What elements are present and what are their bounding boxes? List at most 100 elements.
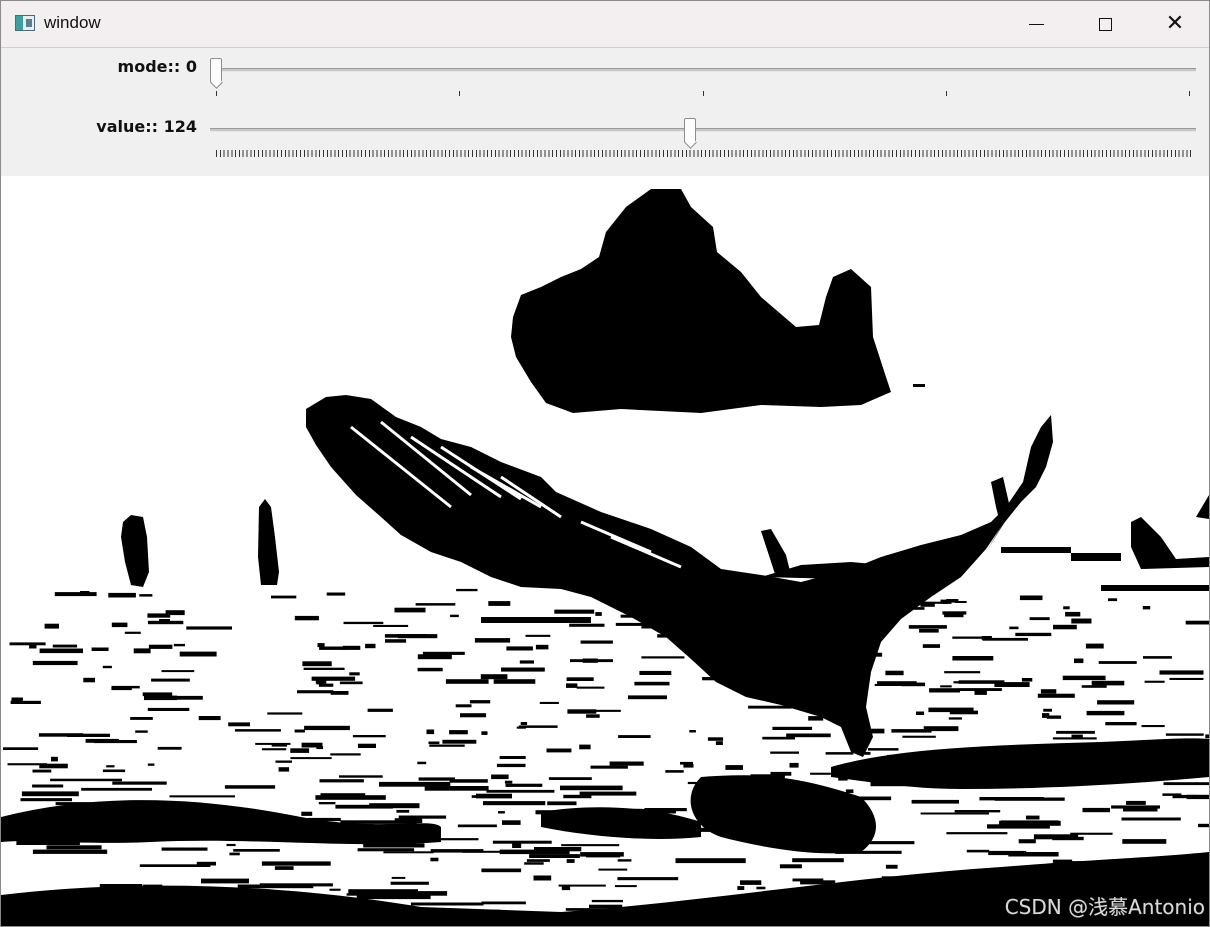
water-streak: [536, 617, 553, 621]
water-streak: [1009, 626, 1019, 630]
water-streak: [810, 632, 822, 637]
water-streak: [161, 670, 195, 673]
water-streak: [498, 811, 505, 814]
water-streak: [275, 760, 292, 763]
water-streak: [566, 677, 594, 681]
water-streak: [535, 810, 564, 815]
water-streak: [365, 643, 376, 649]
water-streak: [308, 817, 341, 822]
water-streak: [349, 672, 360, 676]
water-streak: [526, 859, 550, 862]
water-streak: [702, 677, 733, 681]
water-streak: [418, 777, 455, 781]
water-streak: [143, 884, 163, 887]
water-streak: [546, 748, 572, 753]
value-trackbar-thumb[interactable]: [683, 118, 696, 142]
water-streak: [1026, 815, 1040, 820]
water-streak: [779, 864, 802, 869]
water-streak: [740, 880, 762, 885]
mode-tick: [1189, 91, 1190, 96]
water-streak: [342, 645, 361, 650]
mode-trackbar-thumb[interactable]: [210, 58, 222, 82]
water-streak: [1086, 710, 1125, 716]
minimize-button[interactable]: [1001, 1, 1071, 47]
water-streak: [803, 651, 844, 654]
water-streak: [590, 765, 628, 769]
water-streak: [1062, 675, 1106, 681]
water-streak: [948, 717, 962, 720]
water-streak: [589, 904, 623, 908]
trackbar-panel: mode:: 0 value:: 124: [1, 48, 1209, 176]
water-streak: [584, 809, 660, 813]
water-streak: [615, 622, 662, 626]
water-streak: [928, 707, 974, 713]
maximize-button[interactable]: [1070, 1, 1140, 47]
water-streak: [417, 654, 452, 660]
water-streak: [728, 644, 774, 649]
water-streak: [128, 807, 153, 810]
water-streak: [147, 613, 171, 618]
water-streak: [758, 902, 769, 908]
water-streak: [130, 717, 153, 720]
water-streak: [902, 735, 936, 738]
water-streak: [499, 756, 526, 759]
mode-trackbar[interactable]: [210, 68, 1196, 72]
water-streak: [1091, 680, 1125, 686]
water-streak: [157, 746, 182, 750]
water-streak: [910, 607, 925, 610]
water-streak: [845, 789, 854, 794]
water-streak: [595, 612, 602, 616]
title-bar[interactable]: window ✕: [1, 1, 1209, 48]
water-streak: [161, 847, 208, 851]
water-streak: [385, 639, 407, 643]
water-streak: [1023, 763, 1058, 767]
water-streak: [519, 660, 534, 664]
water-streak: [946, 891, 978, 896]
water-streak: [1072, 861, 1128, 866]
water-streak: [954, 601, 967, 603]
water-streak: [974, 690, 987, 695]
water-streak: [954, 810, 1001, 813]
water-streak: [710, 655, 732, 660]
water-streak: [885, 670, 904, 676]
water-streak: [237, 884, 314, 889]
thresholded-image: CSDN @浅慕Antonio: [1, 177, 1209, 926]
water-streak: [417, 667, 443, 672]
water-streak: [808, 716, 824, 721]
water-streak: [124, 631, 141, 634]
water-streak: [128, 812, 145, 817]
water-streak: [32, 829, 65, 832]
water-streak: [390, 881, 429, 885]
water-streak: [1063, 606, 1070, 610]
water-streak: [133, 648, 151, 654]
water-streak: [445, 679, 489, 684]
water-streak: [358, 839, 376, 842]
water-streak: [520, 722, 528, 725]
water-streak: [881, 876, 925, 881]
water-streak: [149, 804, 176, 808]
water-streak: [415, 603, 456, 606]
water-streak: [715, 741, 723, 745]
water-streak: [1144, 680, 1165, 683]
water-streak: [32, 769, 52, 773]
water-streak: [737, 886, 745, 890]
water-streak: [887, 754, 927, 758]
water-streak: [91, 647, 109, 651]
close-button[interactable]: ✕: [1140, 1, 1209, 47]
water-streak: [488, 601, 511, 606]
water-streak: [806, 654, 839, 659]
maximize-icon: [1098, 17, 1112, 31]
water-streak: [982, 637, 1028, 641]
water-streak: [1015, 888, 1059, 891]
water-streak: [429, 744, 465, 747]
water-streak: [428, 741, 440, 745]
water-streak: [426, 838, 479, 841]
water-streak: [315, 679, 327, 684]
water-streak: [397, 634, 438, 639]
water-streak: [1153, 748, 1168, 752]
value-trackbar[interactable]: [210, 128, 1196, 132]
water-streak: [901, 887, 909, 892]
water-streak: [297, 690, 334, 694]
water-streak: [442, 739, 477, 744]
water-streak: [919, 629, 939, 633]
